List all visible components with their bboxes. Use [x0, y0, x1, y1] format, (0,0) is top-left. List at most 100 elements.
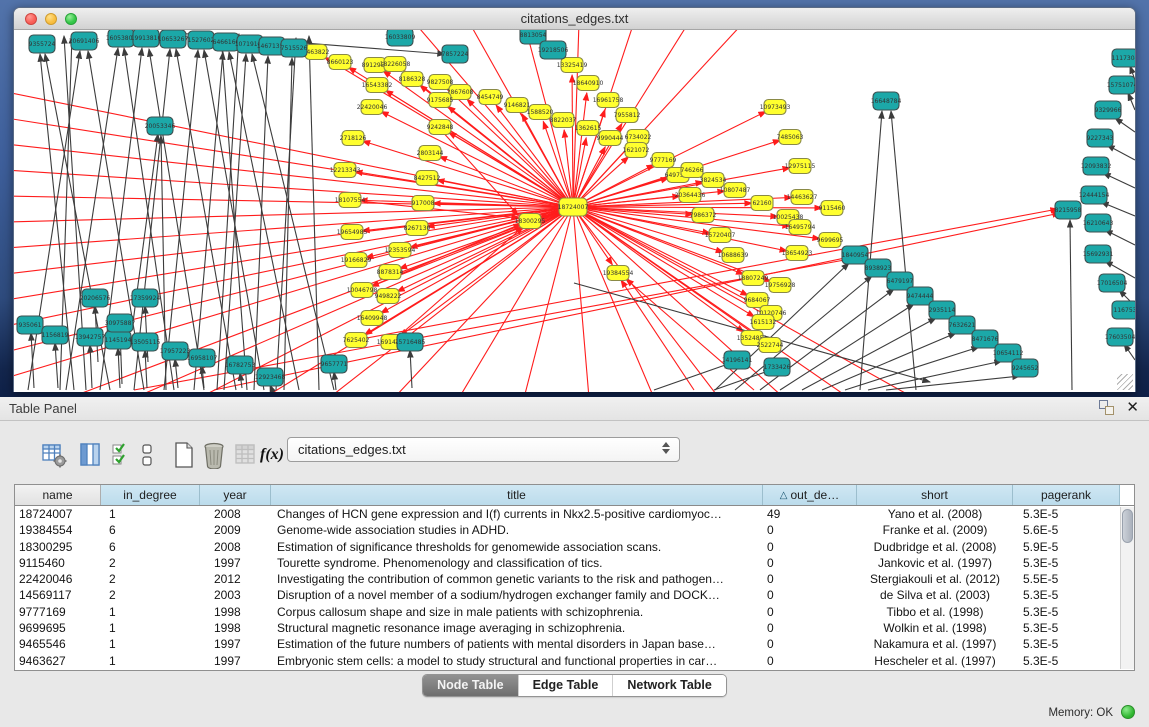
graph-edge[interactable] [254, 56, 268, 390]
table-row[interactable]: 911546021997Tourette syndrome. Phenomeno… [15, 555, 1134, 571]
graph-edge[interactable] [1128, 93, 1135, 110]
graph-node-label: 9245652 [1012, 365, 1039, 372]
graph-edge[interactable] [714, 370, 771, 390]
merge-tables-icon[interactable] [138, 441, 156, 469]
graph-edge[interactable] [573, 207, 778, 217]
cell-name: 9777169 [15, 604, 101, 620]
graph-node-label: 15716485 [395, 339, 426, 346]
graph-node-label: 2935114 [929, 307, 956, 314]
graph-node-label: 9115460 [819, 205, 846, 212]
cell-short: Stergiakouli et al. (2012) [857, 571, 1013, 587]
show-columns-icon[interactable] [76, 441, 104, 469]
cell-in_degree: 1 [101, 620, 200, 636]
tab-edge-table[interactable]: Edge Table [518, 675, 613, 696]
graph-node-label: 9329966 [1095, 107, 1122, 114]
graph-edge[interactable] [221, 34, 247, 390]
column-header-short[interactable]: short [857, 485, 1013, 505]
table-row[interactable]: 1830029562008Estimation of significance … [15, 539, 1134, 555]
cell-title: Corpus callosum shape and size in male p… [271, 604, 763, 620]
citation-network-graph[interactable]: 8660123891295518226058165433829827508818… [14, 30, 1135, 392]
graph-edge[interactable] [1105, 230, 1135, 245]
graph-edge[interactable] [1115, 118, 1135, 132]
table-row[interactable]: 1872400712008Changes of HCN gene express… [15, 506, 1134, 522]
graph-edge[interactable] [31, 333, 34, 388]
graph-edge[interactable] [55, 343, 58, 388]
dropdown-arrows-icon [662, 442, 670, 454]
graph-edge[interactable] [410, 350, 412, 388]
table-row[interactable]: 1938455462009Genome-wide association stu… [15, 522, 1134, 538]
graph-edge[interactable] [240, 373, 242, 388]
graph-edge[interactable] [381, 111, 573, 207]
cell-year: 1998 [200, 604, 271, 620]
table-panel-header: Table Panel ✕ [0, 397, 1149, 421]
graph-node-label: 7986372 [690, 212, 717, 219]
graph-edge[interactable] [1070, 220, 1072, 390]
graph-node-label: 1527602 [188, 37, 215, 44]
graph-edge[interactable] [204, 50, 264, 390]
table-selector-dropdown[interactable]: citations_edges.txt [287, 437, 680, 462]
float-panel-icon[interactable] [1099, 400, 1114, 415]
graph-edge[interactable] [164, 50, 198, 390]
table-row[interactable]: 946554611997Estimation of the future num… [15, 636, 1134, 652]
cell-in_degree: 2 [101, 571, 200, 587]
table-header-row: namein_degreeyeartitle△out_de…shortpager… [15, 485, 1134, 506]
window-titlebar[interactable]: citations_edges.txt [14, 8, 1135, 30]
graph-edge[interactable] [780, 304, 914, 390]
graph-edge[interactable] [194, 52, 223, 390]
table-settings-icon[interactable] [40, 441, 68, 469]
table-scrollbar[interactable] [1120, 507, 1134, 669]
graph-node-label: 14196141 [722, 357, 753, 364]
graph-edge[interactable] [90, 345, 92, 388]
graph-edge[interactable] [621, 280, 694, 390]
cell-title: Estimation of significance thresholds fo… [271, 539, 763, 555]
network-view-canvas[interactable]: 8660123891295518226058165433829827508818… [14, 30, 1135, 392]
new-table-icon[interactable] [170, 441, 198, 469]
column-header-name[interactable]: name [15, 485, 101, 505]
canvas-resize-grip[interactable] [1117, 374, 1133, 390]
table-row[interactable]: 1456911722003Disruption of a novel membe… [15, 587, 1134, 603]
graph-edge[interactable] [868, 361, 1002, 390]
column-header-pagerank[interactable]: pagerank [1013, 485, 1120, 505]
graph-node-label: 18226058 [380, 61, 411, 68]
graph-edge[interactable] [572, 75, 573, 207]
graph-edge[interactable] [175, 359, 178, 388]
column-header-in_degree[interactable]: in_degree [101, 485, 200, 505]
graph-edge[interactable] [524, 207, 573, 392]
cell-out_de: 49 [763, 506, 857, 522]
graph-edge[interactable] [118, 348, 120, 388]
graph-edge[interactable] [626, 279, 754, 390]
graph-node-label: 18300295 [515, 218, 546, 225]
column-header-out_de[interactable]: △out_de… [763, 485, 857, 505]
table-row[interactable]: 977716911998Corpus callosum shape and si… [15, 604, 1134, 620]
graph-edge[interactable] [1103, 173, 1135, 188]
graph-node-label: 8660123 [327, 59, 354, 66]
graph-node-label: 12093832 [1081, 163, 1112, 170]
column-header-year[interactable]: year [200, 485, 271, 505]
tab-network-table[interactable]: Network Table [612, 675, 726, 696]
graph-edge[interactable] [886, 376, 1020, 390]
table-row[interactable]: 2242004622012Investigating the contribut… [15, 571, 1134, 587]
close-panel-icon[interactable]: ✕ [1126, 400, 1139, 415]
graph-edge[interactable] [1107, 145, 1135, 160]
tab-node-table[interactable]: Node Table [423, 675, 517, 696]
scrollbar-thumb[interactable] [1122, 509, 1133, 543]
select-rows-icon[interactable] [108, 441, 136, 469]
table-row[interactable]: 946362711997Embryonic stem cells: a mode… [15, 653, 1134, 669]
column-header-title[interactable]: title [271, 485, 763, 505]
graph-edge[interactable] [891, 111, 916, 390]
delete-table-icon[interactable] [200, 441, 228, 469]
graph-node-label: 20206576 [80, 295, 111, 302]
function-builder-icon[interactable]: f(x) [258, 441, 286, 469]
graph-edge[interactable] [334, 372, 336, 390]
graph-edge[interactable] [397, 207, 573, 292]
graph-edge[interactable] [822, 333, 956, 390]
graph-edge[interactable] [845, 347, 979, 390]
graph-node-label: 16409948 [357, 315, 388, 322]
cell-name: 9699695 [15, 620, 101, 636]
graph-edge[interactable] [309, 36, 319, 390]
graph-node-label: 9355724 [29, 41, 56, 48]
graph-edge[interactable] [383, 71, 573, 207]
table-row[interactable]: 969969511998Structural magnetic resonanc… [15, 620, 1134, 636]
cell-short: Yano et al. (2008) [857, 506, 1013, 522]
graph-edge[interactable] [440, 129, 518, 215]
